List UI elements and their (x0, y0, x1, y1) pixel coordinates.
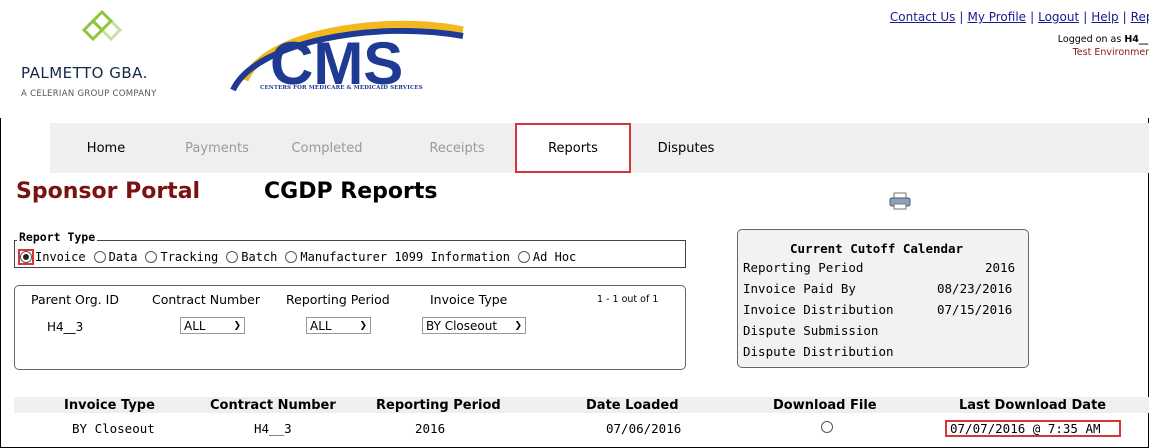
reporting-link[interactable]: Reporting (1131, 10, 1149, 24)
pager-text: 1 - 1 out of 1 (597, 294, 659, 305)
calendar-label: Invoice Distribution (743, 302, 894, 317)
main-nav: Home Payments Completed Receipts Reports… (0, 123, 1149, 173)
logout-link[interactable]: Logout (1038, 10, 1079, 24)
batch-radio[interactable] (226, 251, 239, 263)
tab-receipts[interactable]: Receipts (402, 123, 512, 173)
invoice-type-select[interactable]: BY Closeout ❯ (422, 317, 526, 334)
chevron-down-icon: ❯ (233, 320, 241, 331)
contract-number-label: Contract Number (152, 292, 260, 307)
logged-user: H4__3 (1124, 34, 1149, 45)
printer-icon[interactable] (889, 192, 911, 210)
invoice-radio-highlight (18, 249, 34, 265)
col-reporting-period: Reporting Period (376, 398, 501, 413)
report-type-data[interactable]: Data (93, 250, 138, 264)
col-last-download-date: Last Download Date (959, 398, 1107, 413)
cell-last-download-date: 07/07/2016 @ 7:35 AM (950, 421, 1101, 436)
calendar-value: 07/15/2016 (937, 302, 1013, 317)
top-links: Contact Us|My Profile|Logout|Help|Report… (890, 10, 1149, 24)
manufacturer-1099-radio[interactable] (285, 251, 298, 263)
col-contract-number: Contract Number (210, 398, 336, 413)
reporting-period-value: ALL (310, 318, 332, 333)
adhoc-label: Ad Hoc (532, 250, 577, 264)
contact-us-link[interactable]: Contact Us (890, 10, 956, 24)
report-type-invoice[interactable]: Invoice (18, 249, 86, 265)
brand-name: PALMETTO GBA. (21, 64, 148, 82)
calendar-value: 08/23/2016 (937, 281, 1013, 296)
tab-home[interactable]: Home (50, 123, 162, 173)
col-download-file: Download File (773, 398, 877, 413)
manufacturer-1099-label: Manufacturer 1099 Information (300, 250, 510, 264)
data-radio[interactable] (93, 251, 106, 263)
report-type-legend: Report Type (17, 230, 98, 244)
portal-title: Sponsor Portal (16, 179, 201, 204)
chevron-down-icon: ❯ (514, 320, 522, 331)
cell-reporting-period: 2016 (415, 421, 446, 436)
brand-subtitle: A CELERIAN GROUP COMPANY (21, 89, 157, 99)
contract-number-value: ALL (184, 318, 206, 333)
parent-org-label: Parent Org. ID (31, 292, 119, 307)
invoice-type-label: Invoice Type (430, 292, 508, 307)
reporting-period-label: Reporting Period (286, 292, 390, 307)
tab-reports[interactable]: Reports (515, 123, 631, 173)
invoice-label: Invoice (35, 250, 86, 264)
help-link[interactable]: Help (1091, 10, 1118, 24)
login-status: Logged on as H4__3 Test Environment (1058, 33, 1149, 59)
my-profile-link[interactable]: My Profile (967, 10, 1026, 24)
report-type-batch[interactable]: Batch (226, 250, 277, 264)
report-type-adhoc[interactable]: Ad Hoc (517, 250, 577, 264)
parent-org-value: H4__3 (47, 320, 84, 334)
page-title: CGDP Reports (264, 179, 438, 204)
batch-label: Batch (241, 250, 278, 264)
col-date-loaded: Date Loaded (586, 398, 679, 413)
calendar-label: Dispute Submission (743, 323, 879, 338)
invoice-type-value: BY Closeout (426, 318, 498, 333)
logged-prefix: Logged on as (1057, 34, 1125, 45)
site-header: PALMETTO GBA. A CELERIAN GROUP COMPANY C… (0, 0, 1149, 118)
report-type-options: Invoice Data Tracking Batch Manufacturer… (18, 249, 584, 265)
palmetto-logo-mark-icon (81, 9, 123, 42)
cell-date-loaded: 07/06/2016 (606, 421, 682, 436)
cms-tagline: CENTERS FOR MEDICARE & MEDICAID SERVICES (260, 85, 423, 91)
contract-number-select[interactable]: ALL ❯ (180, 317, 245, 334)
invoice-radio[interactable] (20, 251, 32, 263)
cell-contract-number: H4__3 (254, 421, 292, 436)
report-type-1099[interactable]: Manufacturer 1099 Information (285, 250, 510, 264)
calendar-label: Dispute Distribution (743, 344, 894, 359)
calendar-title: Current Cutoff Calendar (790, 241, 964, 256)
tracking-radio[interactable] (145, 251, 158, 263)
tab-disputes[interactable]: Disputes (630, 123, 742, 173)
environment-label: Test Environment (1072, 47, 1149, 58)
cell-invoice-type: BY Closeout (72, 421, 155, 436)
data-label: Data (108, 250, 138, 264)
tab-completed[interactable]: Completed (272, 123, 382, 173)
col-invoice-type: Invoice Type (64, 398, 155, 413)
chevron-down-icon: ❯ (359, 320, 367, 331)
tracking-label: Tracking (160, 250, 219, 264)
calendar-label: Reporting Period (743, 260, 864, 275)
cms-logo: CMS (230, 20, 464, 97)
report-type-tracking[interactable]: Tracking (145, 250, 218, 264)
tab-payments[interactable]: Payments (162, 123, 272, 173)
reporting-period-select[interactable]: ALL ❯ (306, 317, 371, 334)
calendar-label: Invoice Paid By (743, 281, 856, 296)
download-file-radio[interactable] (821, 421, 833, 433)
adhoc-radio[interactable] (517, 251, 530, 263)
calendar-value: 2016 (985, 260, 1016, 275)
